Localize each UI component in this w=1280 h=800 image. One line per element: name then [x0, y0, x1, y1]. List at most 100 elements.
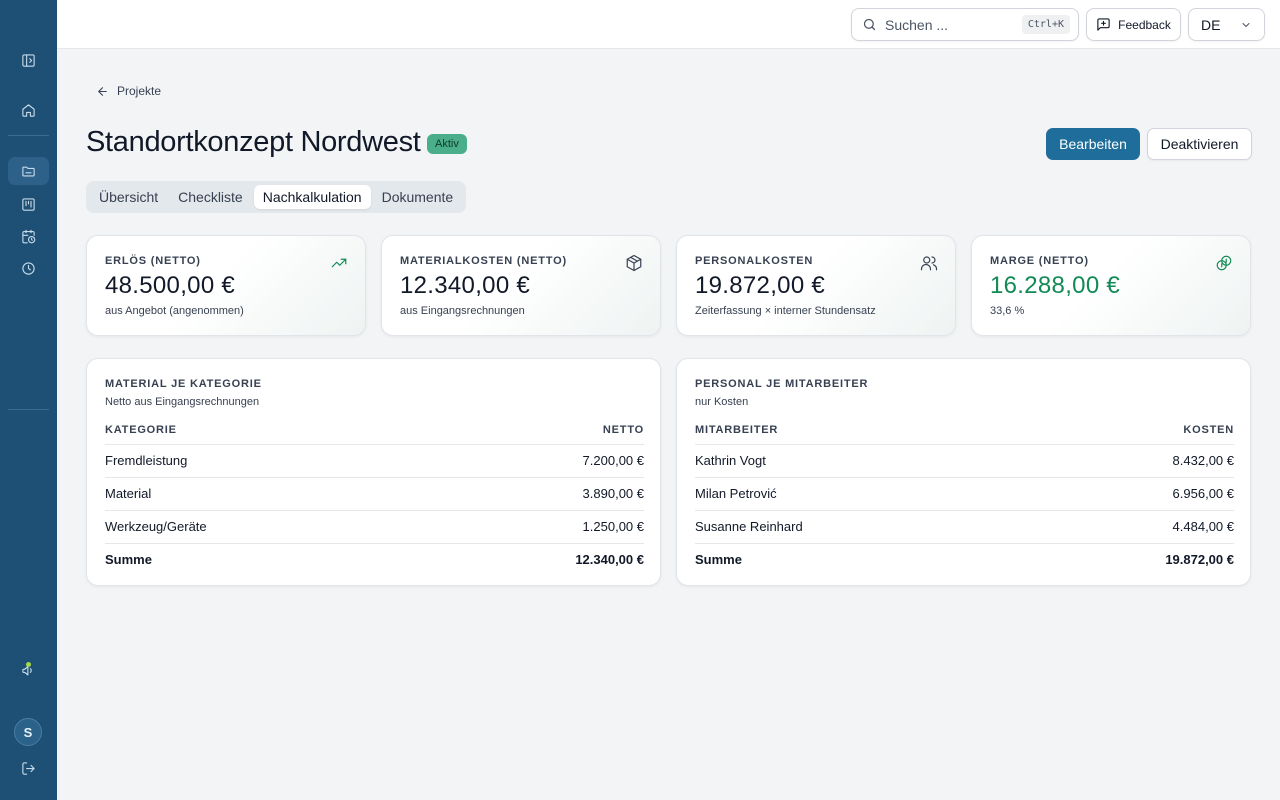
sidebar-divider: [8, 409, 49, 410]
search-shortcut: Ctrl+K: [1021, 15, 1070, 34]
kpi-subtext: Zeiterfassung × interner Stundensatz: [695, 305, 876, 317]
sidebar-item-calendar[interactable]: [8, 222, 49, 250]
amount-cell: 4.484,00 €: [1024, 510, 1234, 544]
table-row: Material 3.890,00 €: [105, 477, 644, 511]
sidebar-item-announcements[interactable]: [8, 656, 49, 684]
deactivate-button[interactable]: Deaktivieren: [1147, 128, 1252, 160]
search-icon: [863, 18, 876, 31]
sidebar-item-home[interactable]: [8, 96, 49, 124]
sidebar-item-projects[interactable]: [8, 157, 49, 185]
column-header-net: NETTO: [426, 417, 644, 445]
category-cell: Werkzeug/Geräte: [105, 510, 427, 544]
sidebar-divider: [8, 135, 49, 136]
table-header-row: MITARBEITER KOSTEN: [695, 417, 1234, 445]
tab-checklist[interactable]: Checkliste: [169, 185, 252, 209]
sum-amount: 12.340,00 €: [426, 542, 644, 576]
avatar[interactable]: S: [14, 718, 42, 746]
search-placeholder: Suchen ...: [885, 16, 949, 33]
topbar: Suchen ... Ctrl+K Feedback DE: [57, 0, 1280, 49]
column-header-costs: KOSTEN: [1024, 417, 1234, 445]
message-plus-icon: [1097, 18, 1110, 31]
category-cell: Material: [105, 477, 427, 511]
panel-subtitle: Netto aus Eingangsrechnungen: [105, 396, 260, 408]
sidebar: S: [0, 0, 57, 800]
sum-label: Summe: [105, 542, 427, 576]
panel-title: PERSONAL JE MITARBEITER: [695, 378, 869, 390]
category-cell: Fremdleistung: [105, 444, 427, 478]
staff-table: MITARBEITER KOSTEN Kathrin Vogt 8.432,00…: [695, 417, 1234, 576]
column-header-employee: MITARBEITER: [695, 417, 1025, 445]
amount-cell: 6.956,00 €: [1024, 477, 1234, 511]
coins-icon: [1215, 254, 1233, 272]
search-input[interactable]: Suchen ... Ctrl+K: [851, 8, 1079, 41]
table-row: Kathrin Vogt 8.432,00 €: [695, 444, 1234, 478]
folder-icon: [22, 166, 35, 176]
users-icon: [920, 254, 938, 272]
employee-cell: Susanne Reinhard: [695, 510, 1025, 544]
tab-documents[interactable]: Dokumente: [373, 185, 463, 209]
logout-icon: [22, 761, 35, 775]
employee-cell: Milan Petrović: [695, 477, 1025, 511]
personnel-by-employee-panel: PERSONAL JE MITARBEITER nur Kosten MITAR…: [676, 358, 1251, 586]
kpi-label: MARGE (NETTO): [990, 255, 1089, 267]
feedback-button[interactable]: Feedback: [1086, 8, 1181, 41]
amount-cell: 7.200,00 €: [426, 444, 644, 478]
language-select[interactable]: DE: [1188, 8, 1265, 41]
notification-dot: [26, 662, 31, 667]
table-row: Werkzeug/Geräte 1.250,00 €: [105, 510, 644, 544]
amount-cell: 3.890,00 €: [426, 477, 644, 511]
clock-icon: [22, 261, 35, 275]
table-row: Fremdleistung 7.200,00 €: [105, 444, 644, 478]
panel-toggle-icon: [22, 53, 35, 67]
amount-cell: 8.432,00 €: [1024, 444, 1234, 478]
sum-amount: 19.872,00 €: [1024, 542, 1234, 576]
trending-up-icon: [330, 254, 348, 272]
employee-cell: Kathrin Vogt: [695, 444, 1025, 478]
table-header-row: KATEGORIE NETTO: [105, 417, 644, 445]
kpi-value: 12.340,00 €: [400, 272, 531, 299]
table-row: Susanne Reinhard 4.484,00 €: [695, 510, 1234, 544]
table-row: Milan Petrović 6.956,00 €: [695, 477, 1234, 511]
breadcrumb[interactable]: Projekte: [96, 84, 161, 98]
kpi-label: PERSONALKOSTEN: [695, 255, 814, 267]
kpi-label: ERLÖS (NETTO): [105, 255, 201, 267]
status-badge: Aktiv: [427, 134, 467, 154]
table-sum-row: Summe 19.872,00 €: [695, 542, 1234, 576]
panel-subtitle: nur Kosten: [695, 396, 749, 408]
table-sum-row: Summe 12.340,00 €: [105, 542, 644, 576]
kpi-card-margin: MARGE (NETTO) 16.288,00 € 33,6 %: [971, 235, 1251, 336]
sidebar-item-time[interactable]: [8, 254, 49, 282]
amount-cell: 1.250,00 €: [426, 510, 644, 544]
package-icon: [625, 254, 643, 272]
kpi-card-material-costs: MATERIALKOSTEN (NETTO) 12.340,00 € aus E…: [381, 235, 661, 336]
kpi-value: 48.500,00 €: [105, 272, 236, 299]
calendar-clock-icon: [22, 229, 36, 243]
kpi-label: MATERIALKOSTEN (NETTO): [400, 255, 567, 267]
column-header-category: KATEGORIE: [105, 417, 427, 445]
kpi-subtext: aus Angebot (angenommen): [105, 305, 244, 317]
breadcrumb-projects[interactable]: Projekte: [117, 84, 161, 98]
arrow-left-icon: [98, 86, 107, 96]
sum-label: Summe: [695, 542, 1025, 576]
sidebar-item-board[interactable]: [8, 190, 49, 218]
language-value: DE: [1201, 16, 1221, 33]
kpi-subtext: aus Eingangsrechnungen: [400, 305, 525, 317]
edit-button[interactable]: Bearbeiten: [1046, 128, 1140, 160]
page-title: Standortkonzept Nordwest: [86, 126, 421, 158]
tab-post-calculation[interactable]: Nachkalkulation: [253, 185, 371, 209]
logout-button[interactable]: [8, 754, 49, 782]
kpi-value: 16.288,00 €: [990, 272, 1121, 299]
kanban-icon: [22, 197, 35, 211]
kpi-subtext: 33,6 %: [990, 305, 1025, 317]
panel-title: MATERIAL JE KATEGORIE: [105, 378, 262, 390]
kpi-value: 19.872,00 €: [695, 272, 826, 299]
tab-bar: Übersicht Checkliste Nachkalkulation Dok…: [86, 181, 467, 213]
sidebar-toggle-button[interactable]: [8, 46, 49, 74]
feedback-label: Feedback: [1118, 17, 1171, 32]
chevron-down-icon: [1242, 22, 1250, 27]
kpi-card-personnel-costs: PERSONALKOSTEN 19.872,00 € Zeiterfassung…: [676, 235, 956, 336]
material-by-category-panel: MATERIAL JE KATEGORIE Netto aus Eingangs…: [86, 358, 661, 586]
kpi-card-revenue: ERLÖS (NETTO) 48.500,00 € aus Angebot (a…: [86, 235, 366, 336]
material-table: KATEGORIE NETTO Fremdleistung 7.200,00 €…: [105, 417, 644, 576]
tab-overview[interactable]: Übersicht: [90, 185, 167, 209]
